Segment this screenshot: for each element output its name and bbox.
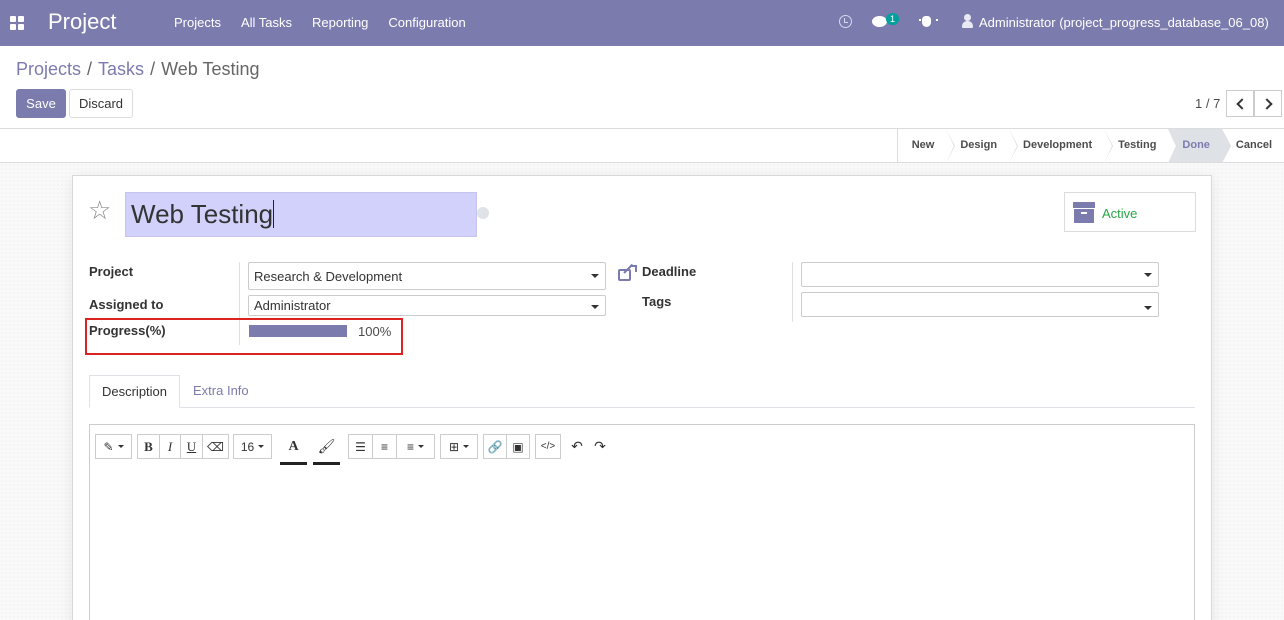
deadline-field[interactable] (801, 262, 1159, 287)
task-title-input[interactable]: Web Testing (125, 192, 477, 237)
undo-icon: ↶ (571, 438, 583, 454)
priority-star-icon[interactable]: ☆ (88, 197, 111, 223)
dropdown-arrow-icon (1144, 306, 1152, 310)
font-color-button[interactable]: A (281, 434, 306, 459)
align-left-icon: ≡ (406, 439, 414, 454)
breadcrumb-separator: / (87, 59, 93, 79)
breadcrumb-projects[interactable]: Projects (16, 59, 81, 80)
progress-highlight-box (85, 318, 403, 355)
active-label: Active (1102, 206, 1138, 221)
stage-testing[interactable]: Testing (1104, 129, 1178, 163)
style-dropdown-button[interactable]: ✎ (95, 434, 132, 459)
external-link-icon[interactable] (618, 263, 637, 282)
menu-projects[interactable]: Projects (164, 15, 231, 30)
top-navbar: Project Projects All Tasks Reporting Con… (0, 0, 1284, 46)
bold-button[interactable]: B (137, 434, 160, 459)
image-button[interactable]: ▣ (506, 434, 530, 459)
dropdown-arrow-icon (591, 274, 599, 278)
tags-field[interactable] (801, 292, 1159, 317)
user-menu[interactable]: Administrator (project_progress_database… (979, 15, 1269, 30)
assigned-to-label: Assigned to (89, 297, 164, 312)
undo-button[interactable]: ↶ (569, 434, 585, 459)
paragraph-align-dropdown[interactable]: ≡ (396, 434, 435, 459)
tab-extra-info[interactable]: Extra Info (181, 375, 261, 408)
redo-icon: ↷ (594, 438, 606, 454)
pager-previous-button[interactable] (1226, 90, 1254, 117)
paint-brush-icon: 🖌 (317, 438, 336, 454)
apps-menu-icon[interactable] (10, 16, 24, 30)
discard-button[interactable]: Discard (69, 89, 133, 118)
highlight-color-indicator (313, 462, 340, 465)
breadcrumb-tasks[interactable]: Tasks (98, 59, 144, 80)
stage-new[interactable]: New (897, 129, 955, 163)
table-icon: ⊞ (448, 439, 460, 454)
numbered-list-button[interactable]: ≡ (372, 434, 397, 459)
eraser-icon: ⌫ (207, 439, 224, 454)
link-button[interactable]: 🔗 (483, 434, 507, 459)
deadline-label: Deadline (642, 264, 697, 279)
debug-bug-icon[interactable] (919, 16, 938, 27)
tags-label: Tags (642, 294, 672, 309)
save-button[interactable]: Save (16, 89, 66, 118)
pager-next-button[interactable] (1254, 90, 1282, 117)
font-color-indicator (280, 462, 307, 465)
breadcrumb-separator: / (150, 59, 156, 79)
italic-button[interactable]: I (159, 434, 181, 459)
stage-cancel[interactable]: Cancel (1221, 129, 1284, 162)
chevron-left-icon (1235, 97, 1248, 110)
active-toggle-button[interactable]: Active (1064, 192, 1196, 232)
project-label: Project (89, 264, 134, 279)
task-title-text: Web Testing (131, 199, 274, 229)
app-brand: Project (48, 9, 117, 34)
main-menu: Projects All Tasks Reporting Configurati… (164, 15, 476, 30)
notebook-tabs: Description Extra Info (89, 375, 1195, 408)
pager-value: 1 / 7 (1195, 96, 1221, 111)
stage-design[interactable]: Design (946, 129, 1018, 163)
chat-count-badge: 1 (886, 13, 900, 25)
field-separator (792, 262, 793, 322)
bullet-list-icon: ☰ (355, 439, 366, 454)
underline-button[interactable]: U (180, 434, 203, 459)
activity-clock-icon[interactable] (839, 15, 852, 28)
breadcrumb: Projects / Tasks / Web Testing (16, 59, 259, 80)
table-dropdown[interactable]: ⊞ (440, 434, 478, 459)
user-icon[interactable] (962, 14, 973, 29)
numbered-list-icon: ≡ (380, 439, 388, 454)
link-icon: 🔗 (487, 439, 503, 454)
highlight-color-button[interactable]: 🖌 (314, 434, 339, 459)
tab-description[interactable]: Description (89, 375, 180, 408)
code-view-button[interactable]: </> (535, 434, 561, 459)
dropdown-arrow-icon (1144, 273, 1152, 277)
font-size-value: 16 (240, 439, 255, 454)
menu-reporting[interactable]: Reporting (302, 15, 378, 30)
archive-icon (1073, 202, 1095, 223)
menu-configuration[interactable]: Configuration (378, 15, 475, 30)
status-bar: New Design Development Testing Done Canc… (0, 129, 1284, 163)
kanban-state-dot[interactable] (477, 207, 489, 219)
magic-wand-icon: ✎ (103, 439, 114, 454)
project-value: Research & Development (254, 269, 403, 284)
eraser-button[interactable]: ⌫ (202, 434, 229, 459)
stage-pipeline: New Design Development Testing Done Canc… (896, 129, 1284, 163)
project-select[interactable]: Research & Development (248, 262, 606, 290)
font-size-dropdown[interactable]: 16 (233, 434, 272, 459)
chevron-right-icon (1260, 97, 1273, 110)
bullet-list-button[interactable]: ☰ (348, 434, 373, 459)
assigned-to-value: Administrator (254, 298, 331, 313)
image-icon: ▣ (512, 439, 524, 454)
text-caret (273, 200, 275, 228)
breadcrumb-current: Web Testing (161, 59, 260, 79)
assigned-to-select[interactable]: Administrator (248, 295, 606, 316)
dropdown-arrow-icon (591, 305, 599, 309)
redo-button[interactable]: ↷ (592, 434, 608, 459)
stage-development[interactable]: Development (1009, 129, 1114, 163)
menu-all-tasks[interactable]: All Tasks (231, 15, 302, 30)
messaging-chat-icon[interactable] (872, 16, 887, 27)
